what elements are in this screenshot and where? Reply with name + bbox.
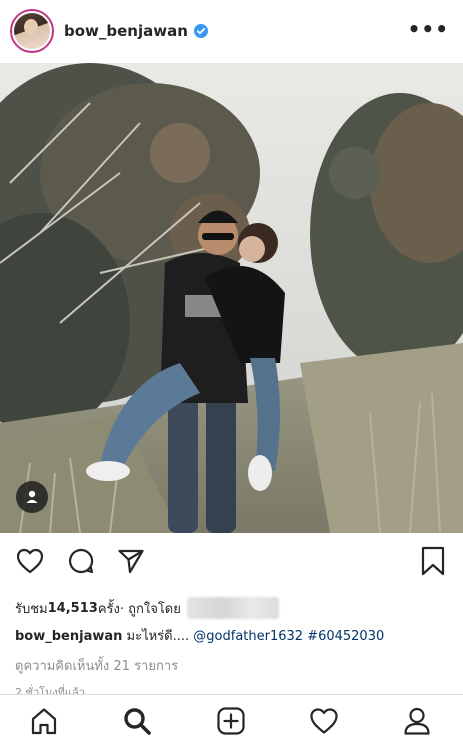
search-icon[interactable] (121, 705, 153, 737)
caption-hashtag[interactable]: #60452030 (303, 629, 384, 644)
user-tag-icon[interactable] (16, 481, 48, 513)
send-paper-plane-icon[interactable] (116, 546, 146, 576)
action-bar (0, 540, 463, 584)
username[interactable]: bow_benjawan (64, 22, 188, 40)
views-count[interactable]: 14,513 (48, 601, 98, 616)
bottom-tab-bar (0, 694, 463, 746)
caption-text: มะไหร่ดี.... (122, 629, 194, 644)
views-prefix: รับชม (15, 601, 48, 617)
caption-username[interactable]: bow_benjawan (15, 629, 122, 644)
post-photo[interactable] (0, 63, 463, 533)
caption-mention[interactable]: @godfather1632 (193, 629, 303, 644)
avatar[interactable] (10, 9, 54, 53)
activity-heart-icon[interactable] (308, 705, 340, 737)
post-caption: bow_benjawan มะไหร่ดี.... @godfather1632… (15, 625, 384, 646)
bookmark-icon[interactable] (418, 546, 448, 576)
blurred-liker-name (186, 597, 279, 619)
views-and-likes: รับชม 14,513 ครั้ง · ถูกใจโดย (15, 597, 279, 619)
view-all-comments-link[interactable]: ดูความคิดเห็นทั้ง 21 รายการ (15, 655, 178, 676)
liked-by-label: · ถูกใจโดย (119, 601, 181, 617)
heart-icon[interactable] (15, 546, 45, 576)
home-icon[interactable] (28, 705, 60, 737)
profile-icon[interactable] (401, 705, 433, 737)
avatar-image (14, 13, 50, 49)
more-dots-icon[interactable]: ••• (408, 19, 449, 39)
post-header: bow_benjawan ••• (0, 0, 463, 62)
comment-bubble-icon[interactable] (66, 546, 96, 576)
verified-badge-icon (193, 24, 208, 38)
views-suffix: ครั้ง (97, 601, 120, 617)
add-post-icon[interactable] (215, 705, 247, 737)
